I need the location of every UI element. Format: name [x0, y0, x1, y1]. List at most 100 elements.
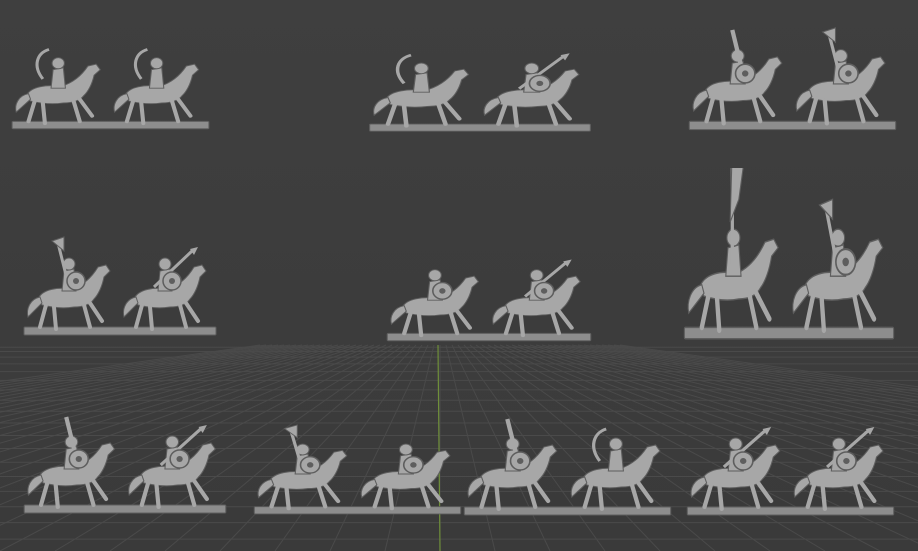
miniature-render	[369, 53, 591, 132]
miniature-group-4[interactable]	[20, 215, 220, 345]
cavalry-figure	[15, 48, 101, 126]
rider-head	[165, 435, 180, 449]
horse-leg	[134, 303, 144, 329]
horse-tail	[123, 296, 139, 318]
horse-leg	[178, 303, 188, 329]
shield-boss	[739, 458, 747, 464]
horse-leg	[526, 483, 538, 509]
shield-boss	[176, 456, 183, 462]
3d-viewport[interactable]	[0, 0, 918, 551]
horse-leg	[192, 479, 209, 501]
horse-leg	[385, 102, 398, 126]
horse-tail	[792, 283, 810, 315]
horse-leg	[419, 484, 431, 509]
horse-leg	[597, 485, 605, 511]
horse-leg	[756, 481, 774, 503]
horse-leg	[184, 301, 200, 323]
horse-leg	[582, 483, 594, 509]
horse-leg	[553, 101, 572, 121]
bow-icon	[133, 48, 149, 80]
horse-tail	[687, 283, 705, 315]
horse-tail	[15, 93, 32, 114]
shield-boss	[169, 278, 175, 284]
horse-leg	[747, 293, 759, 331]
rider-torso	[50, 67, 66, 89]
cavalry-figure	[483, 53, 580, 128]
horse-leg	[704, 96, 716, 124]
miniature-group-1[interactable]	[8, 18, 213, 138]
horse-tail	[793, 476, 811, 498]
horse-leg	[479, 483, 491, 509]
miniature-group-2[interactable]	[365, 25, 595, 140]
horse-leg	[636, 481, 654, 503]
miniature-group-8[interactable]	[250, 405, 465, 523]
cavalry-figure	[123, 247, 207, 331]
miniature-render	[23, 236, 217, 336]
cavalry-figure	[27, 416, 116, 509]
horse-leg	[854, 96, 866, 124]
miniature-group-6[interactable]	[680, 135, 898, 353]
horse-leg	[401, 104, 409, 128]
horse-tail	[113, 93, 130, 114]
horse-leg	[436, 102, 448, 126]
horse-leg	[169, 99, 181, 124]
horse-tail	[692, 89, 710, 112]
horse-leg	[805, 483, 817, 509]
horse-tail	[690, 476, 708, 498]
shield-boss	[741, 70, 749, 77]
banner-icon	[729, 144, 747, 223]
horse-leg	[546, 102, 559, 126]
horse-tail	[257, 478, 275, 499]
horse-leg	[91, 479, 109, 501]
horse-leg	[269, 484, 281, 509]
shield-boss	[536, 80, 544, 87]
horse-leg	[38, 303, 48, 329]
cavalry-figure	[128, 425, 216, 509]
horse-tail	[570, 476, 588, 498]
horse-tail	[467, 476, 485, 498]
horse-leg	[52, 305, 58, 331]
horse-leg	[71, 99, 82, 124]
horse-leg	[858, 290, 877, 322]
horse-leg	[702, 483, 714, 509]
horse-leg	[749, 483, 761, 509]
shield-boss	[842, 257, 849, 267]
horse-leg	[807, 96, 819, 124]
horse-leg	[124, 99, 136, 124]
horse-leg	[443, 101, 462, 121]
horse-leg	[804, 293, 816, 331]
miniature-group-7[interactable]	[20, 393, 230, 523]
horse-leg	[518, 313, 526, 338]
shield-boss	[845, 70, 852, 77]
rider-head	[158, 257, 172, 271]
rider-head	[149, 57, 164, 70]
horse-tail	[128, 474, 145, 496]
miniature-render	[463, 418, 672, 516]
horse-leg	[77, 97, 95, 118]
horse-tail	[492, 305, 509, 326]
horse-leg	[316, 484, 328, 509]
rider-head	[413, 62, 429, 75]
miniature-group-10[interactable]	[683, 395, 898, 525]
miniature-group-5[interactable]	[383, 230, 595, 350]
horse-tail	[27, 474, 44, 496]
shield-boss	[439, 288, 446, 294]
cavalry-figure	[360, 443, 451, 511]
horse-tail	[483, 97, 502, 117]
shield-boss	[516, 458, 524, 464]
cavalry-figure	[257, 424, 348, 511]
miniature-group-3[interactable]	[685, 5, 900, 140]
horse-leg	[754, 290, 772, 322]
horse-tail	[795, 89, 813, 112]
horse-leg	[714, 296, 722, 334]
miniature-render	[253, 424, 462, 515]
horse-leg	[185, 481, 197, 507]
miniature-group-9[interactable]	[460, 395, 675, 525]
bow-icon	[592, 427, 607, 462]
horse-tail	[27, 296, 43, 318]
cavalry-figure	[793, 427, 884, 511]
miniature-render	[23, 416, 227, 514]
horse-leg	[139, 481, 151, 507]
cavalry-figure	[687, 135, 779, 334]
horse-leg	[85, 481, 96, 507]
